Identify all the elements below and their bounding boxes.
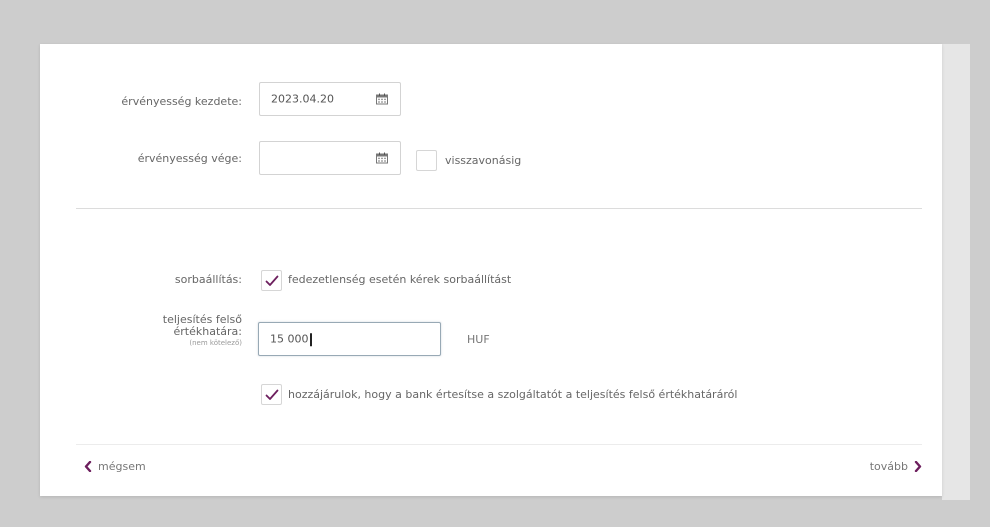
section-divider [76, 208, 922, 209]
consent-label[interactable]: hozzájárulok, hogy a bank értesítse a sz… [288, 388, 737, 401]
cancel-label: mégsem [98, 460, 146, 473]
chevron-left-icon [84, 461, 92, 472]
form-panel: érvényesség kezdete: 2023.04.20 érvényes… [40, 44, 942, 496]
validity-start-value: 2023.04.20 [271, 92, 334, 106]
consent-checkbox[interactable] [261, 384, 282, 405]
queueing-option-label[interactable]: fedezetlenség esetén kérek sorbaállítást [288, 273, 511, 286]
upper-limit-label-line2: értékhatára: [173, 325, 242, 338]
calendar-icon[interactable] [376, 93, 388, 105]
queueing-checkbox[interactable] [261, 270, 282, 291]
upper-limit-input[interactable]: 15 000 [258, 322, 441, 356]
upper-limit-value-text: 15 000 [270, 332, 309, 346]
optional-note: (nem kötelező) [189, 339, 242, 347]
calendar-icon[interactable] [376, 152, 388, 164]
cancel-link[interactable]: mégsem [84, 460, 146, 473]
validity-end-label: érvényesség vége: [137, 152, 242, 165]
validity-end-field[interactable] [259, 141, 401, 175]
next-label: tovább [869, 460, 908, 473]
text-caret [309, 332, 312, 346]
revocation-checkbox[interactable] [416, 150, 437, 171]
next-link[interactable]: tovább [870, 460, 922, 473]
side-strip [942, 44, 970, 500]
upper-limit-label: teljesítés felső értékhatára: (nem kötel… [163, 314, 242, 348]
upper-limit-value: 15 000 [270, 332, 312, 346]
check-icon [265, 389, 279, 400]
currency-unit: HUF [467, 333, 490, 346]
footer-divider [76, 444, 922, 445]
queueing-label: sorbaállítás: [174, 273, 242, 286]
chevron-right-icon [914, 461, 922, 472]
validity-start-label: érvényesség kezdete: [121, 95, 242, 108]
validity-start-field[interactable]: 2023.04.20 [259, 82, 401, 116]
revocation-label[interactable]: visszavonásig [445, 154, 521, 167]
check-icon [265, 275, 279, 286]
